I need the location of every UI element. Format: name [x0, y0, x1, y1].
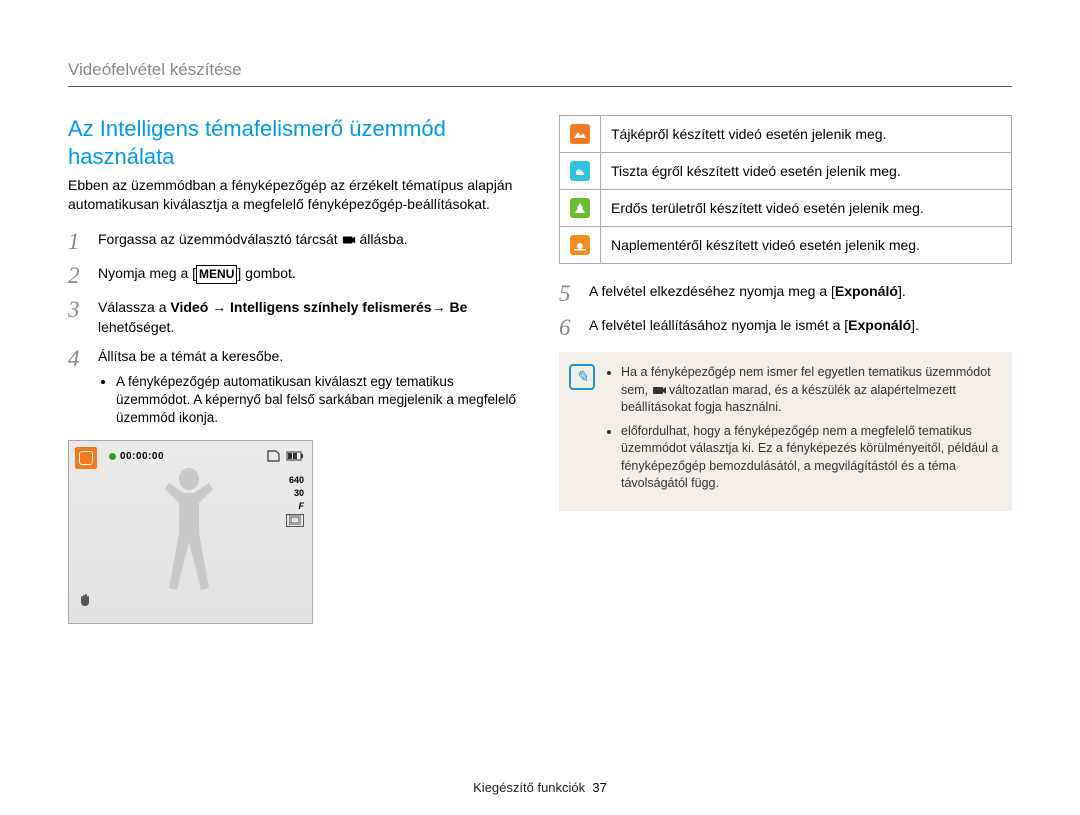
step-number: 2 — [68, 264, 98, 288]
step-1-text-pre: Forgassa az üzemmódválasztó tárcsát — [98, 231, 342, 247]
table-row: Erdős területről készített videó esetén … — [560, 190, 1012, 227]
table-row-2-text: Tiszta égről készített videó esetén jele… — [601, 153, 1012, 190]
sunset-icon — [570, 235, 590, 255]
page-number: 37 — [592, 780, 606, 795]
step-number: 5 — [559, 282, 589, 306]
info-note: ✎ Ha a fényképezőgép nem ismer fel egyet… — [559, 352, 1012, 511]
step-6: 6 A felvétel leállításához nyomja le ism… — [559, 316, 1012, 340]
clear-sky-icon — [570, 161, 590, 181]
step-number: 6 — [559, 316, 589, 340]
info-icon: ✎ — [569, 364, 595, 390]
table-row-3-text: Erdős területről készített videó esetén … — [601, 190, 1012, 227]
step-2: 2 Nyomja meg a [MENU] gombot. — [68, 264, 521, 288]
table-row-1-text: Tájképről készített videó esetén jelenik… — [601, 116, 1012, 153]
table-row: Tájképről készített videó esetén jelenik… — [560, 116, 1012, 153]
step-5-post: ]. — [898, 283, 906, 299]
shutter-label: Exponáló — [835, 283, 898, 299]
forest-icon — [570, 198, 590, 218]
smart-mode-icon — [75, 447, 97, 469]
breadcrumb: Videófelvétel készítése — [68, 60, 1012, 87]
step-5: 5 A felvétel elkezdéséhez nyomja meg a [… — [559, 282, 1012, 306]
step-number: 4 — [68, 347, 98, 371]
step-3-b1: Videó — [170, 299, 208, 315]
page-footer: Kiegészítő funkciók 37 — [0, 780, 1080, 795]
table-row: Tiszta égről készített videó esetén jele… — [560, 153, 1012, 190]
sd-card-icon — [266, 449, 280, 461]
step-number: 3 — [68, 298, 98, 322]
intro-text: Ebben az üzemmódban a fényképezőgép az é… — [68, 176, 521, 214]
step-3-b2: Intelligens színhely felismerés — [230, 299, 432, 315]
step-4-bullet: A fényképezőgép automatikusan kiválaszt … — [116, 373, 521, 428]
step-2-text-pre: Nyomja meg a — [98, 265, 192, 281]
step-4-text: Állítsa be a témát a keresőbe. — [98, 348, 283, 364]
lcd-fps: 30 — [294, 488, 304, 498]
step-5-pre: A felvétel elkezdéséhez nyomja meg a [ — [589, 283, 835, 299]
shutter-label: Exponáló — [848, 317, 911, 333]
step-number: 1 — [68, 230, 98, 254]
footer-label: Kiegészítő funkciók — [473, 780, 585, 795]
anti-shake-icon — [77, 592, 93, 613]
step-3: 3 Válassza a Videó → Intelligens színhel… — [68, 298, 521, 337]
step-6-post: ]. — [911, 317, 919, 333]
info-bullet-1: Ha a fényképezőgép nem ismer fel egyetle… — [621, 364, 1000, 417]
mode-dial-icon — [342, 233, 356, 247]
smart-inline-icon — [652, 384, 666, 396]
lcd-f: F — [299, 501, 305, 511]
battery-icon — [286, 449, 304, 461]
lcd-right-stack: 640 30 F — [286, 475, 304, 527]
subject-silhouette — [139, 458, 239, 623]
record-dot-icon — [109, 453, 116, 460]
step-1: 1 Forgassa az üzemmódválasztó tárcsát ál… — [68, 230, 521, 254]
step-2-text-post: gombot. — [241, 265, 295, 281]
menu-button-label: MENU — [196, 265, 237, 284]
step-6-pre: A felvétel leállításához nyomja le ismét… — [589, 317, 848, 333]
step-4: 4 Állítsa be a témát a keresőbe. A fényk… — [68, 347, 521, 427]
step-1-text-post: állásba. — [359, 231, 407, 247]
lcd-resolution: 640 — [289, 475, 304, 485]
table-row: Naplementéről készített videó esetén jel… — [560, 227, 1012, 264]
section-title: Az Intelligens témafelismerő üzemmód has… — [68, 115, 521, 170]
step-3-b3: Be — [449, 299, 467, 315]
step-3-text-a: Válassza a — [98, 299, 170, 315]
camera-lcd-preview: 00:00:00 640 30 F — [68, 440, 313, 624]
info-bullet-2: előfordulhat, hogy a fényképezőgép nem a… — [621, 423, 1000, 493]
metering-icon — [286, 514, 304, 527]
table-row-4-text: Naplementéről készített videó esetén jel… — [601, 227, 1012, 264]
landscape-icon — [570, 124, 590, 144]
icon-description-table: Tájképről készített videó esetén jelenik… — [559, 115, 1012, 264]
